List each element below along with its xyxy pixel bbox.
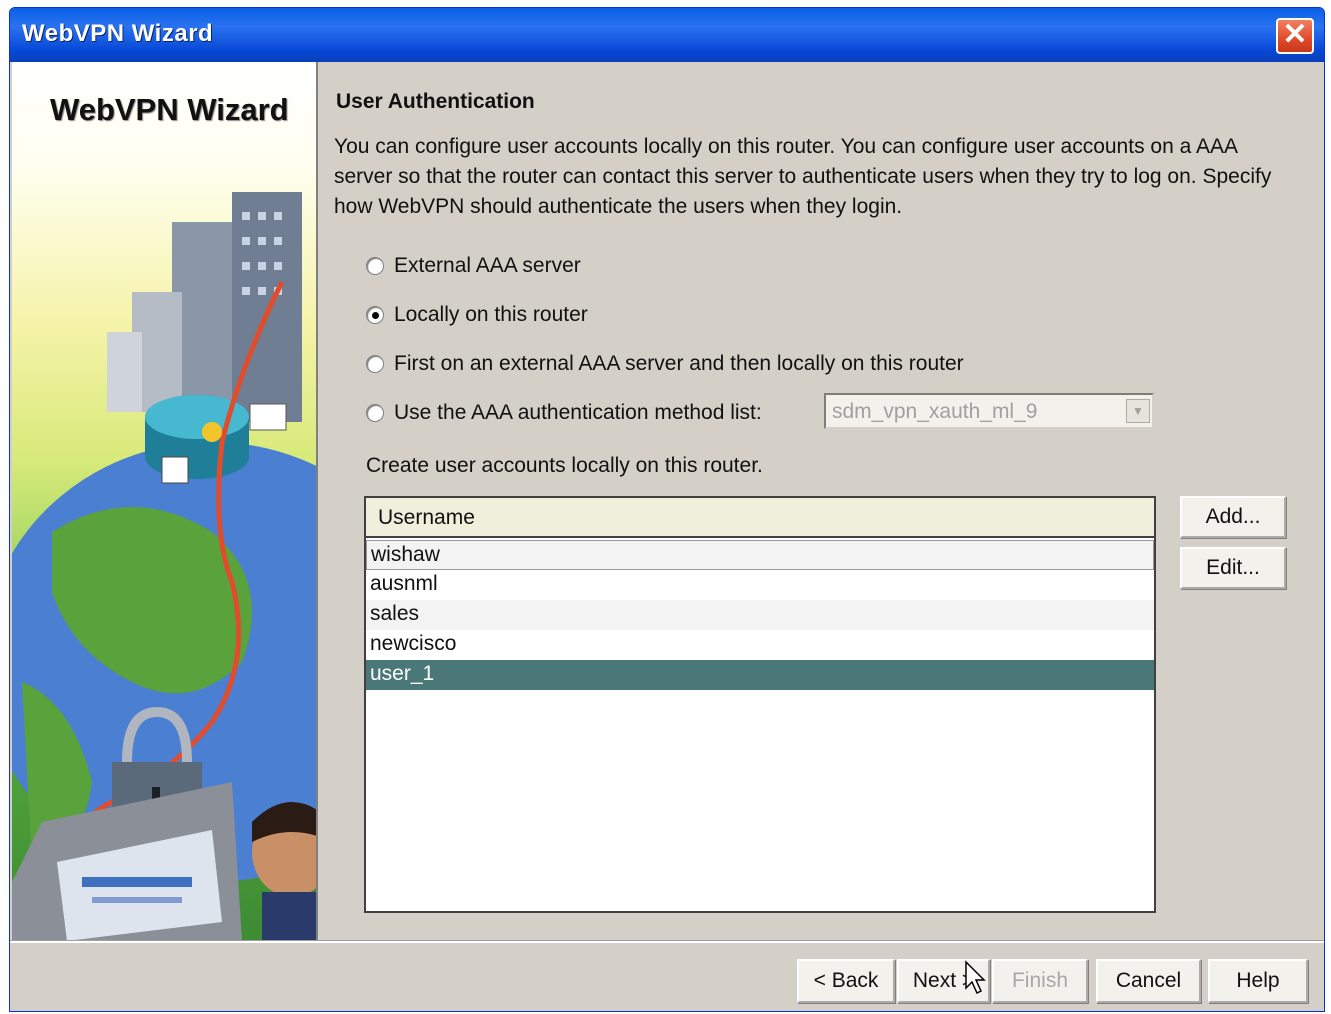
window-title: WebVPN Wizard xyxy=(22,20,214,47)
table-header[interactable]: Username xyxy=(366,498,1154,538)
wizard-footer: < Back Next > Finish Cancel Help xyxy=(10,941,1324,1011)
radio-label: First on an external AAA server and then… xyxy=(394,352,964,375)
radio-aaa-then-local[interactable]: First on an external AAA server and then… xyxy=(366,350,964,378)
cancel-button[interactable]: Cancel xyxy=(1096,959,1201,1003)
building-icon xyxy=(232,192,302,422)
users-section-label: Create user accounts locally on this rou… xyxy=(366,454,763,477)
user-icon xyxy=(161,456,189,484)
radio-button[interactable] xyxy=(366,257,384,275)
wizard-window: WebVPN Wizard ✕ WebVPN Wizard User Authe… xyxy=(9,7,1325,1012)
radio-local[interactable]: Locally on this router xyxy=(366,301,588,329)
method-list-value: sdm_vpn_xauth_ml_9 xyxy=(832,400,1038,423)
wizard-side-illustration: WebVPN Wizard xyxy=(12,62,318,941)
network-illustration xyxy=(12,192,316,941)
radio-external-aaa[interactable]: External AAA server xyxy=(366,252,581,280)
radio-button[interactable] xyxy=(366,404,384,422)
table-row-selected[interactable]: user_1 xyxy=(366,660,1154,690)
page-description: You can configure user accounts locally … xyxy=(334,135,1272,218)
back-button[interactable]: < Back xyxy=(797,959,895,1003)
close-icon: ✕ xyxy=(1282,18,1308,51)
table-row[interactable]: sales xyxy=(366,600,1154,630)
radio-label: External AAA server xyxy=(394,254,581,277)
help-button[interactable]: Help xyxy=(1208,959,1308,1003)
radio-label: Locally on this router xyxy=(394,303,588,326)
radio-label: Use the AAA authentication method list: xyxy=(394,401,762,424)
chevron-down-icon[interactable]: ▼ xyxy=(1126,399,1150,423)
close-button[interactable]: ✕ xyxy=(1276,18,1314,54)
users-table[interactable]: Username wishaw ausnml sales newcisco us… xyxy=(364,496,1156,913)
radio-button-checked[interactable] xyxy=(366,306,384,324)
table-row[interactable]: wishaw xyxy=(366,540,1154,570)
table-row[interactable]: ausnml xyxy=(366,570,1154,600)
add-user-button[interactable]: Add... xyxy=(1180,496,1286,538)
table-row[interactable]: newcisco xyxy=(366,630,1154,660)
radio-button[interactable] xyxy=(366,355,384,373)
gear-icon xyxy=(202,422,222,442)
title-bar[interactable]: WebVPN Wizard ✕ xyxy=(10,8,1324,62)
method-list-dropdown[interactable]: sdm_vpn_xauth_ml_9 ▼ xyxy=(824,393,1154,429)
building-icon xyxy=(107,332,142,412)
content-panel: User Authentication You can configure us… xyxy=(316,62,1324,941)
edit-user-button[interactable]: Edit... xyxy=(1180,547,1286,589)
finish-button: Finish xyxy=(992,959,1088,1003)
computer-icon xyxy=(249,403,287,431)
page-title: User Authentication xyxy=(336,90,535,113)
mouse-cursor-icon xyxy=(965,960,986,995)
column-header-username[interactable]: Username xyxy=(378,506,475,530)
radio-method-list[interactable]: Use the AAA authentication method list: xyxy=(366,399,762,427)
